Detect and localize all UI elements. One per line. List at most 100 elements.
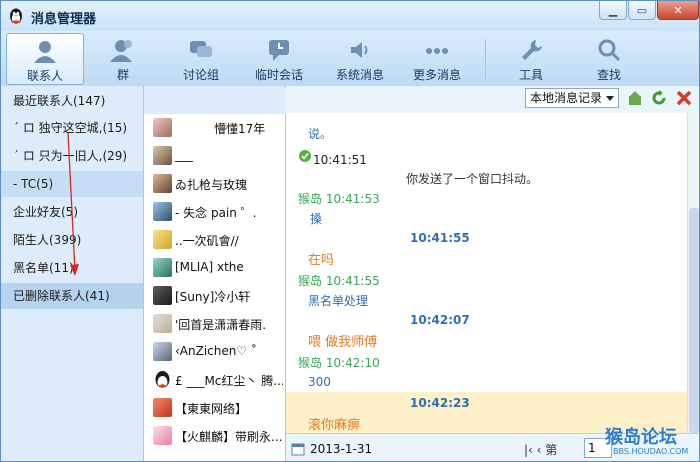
minimize-icon: ▁	[608, 3, 618, 17]
avatar	[153, 286, 172, 305]
list-item[interactable]: '回首是潇潇春雨.	[144, 310, 285, 338]
tab-discussion[interactable]: 讨论组	[163, 33, 239, 83]
close-button[interactable]: ✕	[657, 1, 699, 20]
nav-recent-contacts[interactable]: 最近联系人(147)	[1, 88, 143, 114]
list-item[interactable]: 懵懂17年	[144, 114, 285, 142]
tab-groups[interactable]: 群	[85, 33, 161, 83]
delete-icon[interactable]	[676, 90, 692, 106]
minimize-button[interactable]: ▁	[599, 1, 627, 20]
message-time: 10:41:55	[410, 231, 470, 245]
message-time: 10:41:51	[313, 153, 367, 167]
tab-discussion-label: 讨论组	[182, 68, 219, 82]
avatar	[153, 118, 172, 137]
tab-temp-chat[interactable]: 临时会话	[241, 33, 317, 83]
tab-tools-label: 工具	[518, 68, 543, 82]
message-history: 说。 10:41:51 你发送了一个窗口抖动。 猴岛 10:41:53 搡 10…	[286, 113, 687, 433]
contact-name: [MLIA] xthe	[175, 260, 244, 274]
group-icon	[110, 40, 132, 62]
avatar	[153, 230, 172, 249]
wrench-icon	[522, 40, 542, 60]
list-item[interactable]: - 失念 pain ゜.	[144, 198, 285, 226]
contact-name: 【火麒麟】带刷永...	[175, 430, 283, 444]
avatar	[153, 202, 172, 221]
contact-name: £ ___Mc红尘丶 腾...	[175, 374, 283, 388]
message-text: 喂 做我师傅	[308, 335, 378, 350]
list-item[interactable]: ゐ扎枪与玫瑰	[144, 170, 285, 198]
forum-watermark-url: BBS.HOUDAO.COM	[613, 447, 689, 456]
discussion-icon	[190, 41, 212, 57]
list-item[interactable]: £ ___Mc红尘丶 腾...	[144, 366, 285, 394]
tab-groups-label: 群	[116, 68, 129, 82]
qq-penguin-icon	[155, 371, 170, 388]
message-text: 300	[308, 375, 331, 389]
contact-name: ‹AnZichen♡ ˚	[175, 344, 257, 358]
tab-temp-chat-label: 临时会话	[254, 68, 303, 82]
message-text: 滚你麻痹	[308, 418, 361, 433]
tab-more-messages-label: 更多消息	[412, 68, 461, 82]
window-controls: ▁ ▭ ✕	[598, 1, 699, 23]
export-icon[interactable]	[627, 90, 643, 106]
speaker-icon	[351, 42, 368, 58]
maximize-icon: ▭	[636, 3, 648, 17]
list-item[interactable]: ..一次矶會//	[144, 226, 285, 254]
contact-name: ..一次矶會//	[175, 234, 239, 248]
message-text: 说。	[308, 127, 333, 141]
main-toolbar: 联系人 群 讨论组 临时会话 系统消息 更多消息 工具 查找	[1, 31, 699, 87]
window-title: 消息管理器	[31, 12, 97, 27]
tab-tools[interactable]: 工具	[493, 33, 569, 83]
avatar	[153, 426, 172, 445]
list-item[interactable]: [MLIA] xthe	[144, 254, 285, 282]
tab-search-label: 查找	[596, 68, 621, 82]
contact-list-header	[144, 86, 285, 114]
message-text: 搡	[310, 212, 323, 226]
tab-contacts-label: 联系人	[26, 69, 63, 83]
list-item[interactable]: 【火麒麟】带刷永...	[144, 422, 285, 450]
toolbar-divider	[485, 39, 486, 79]
pager-controls[interactable]: |‹ ‹ 第	[524, 441, 557, 458]
message-scrollbar[interactable]	[687, 113, 699, 433]
contact-name: - 失念 pain ゜.	[175, 206, 257, 220]
list-item[interactable]: ‹AnZichen♡ ˚	[144, 338, 285, 366]
system-notice: 你发送了一个窗口抖动。	[406, 172, 539, 186]
close-icon: ✕	[673, 3, 683, 17]
forum-watermark: 猴岛论坛	[605, 427, 677, 448]
contact-name: ゐ扎枪与玫瑰	[175, 178, 248, 192]
avatar	[153, 258, 172, 277]
tab-contacts[interactable]: 联系人	[6, 33, 84, 85]
message-time: 10:42:23	[410, 396, 470, 410]
contact-name: '回首是潇潇春雨.	[175, 318, 267, 332]
nav-deleted-contacts[interactable]: 已删除联系人(41)	[1, 283, 143, 309]
tab-system-messages[interactable]: 系统消息	[322, 33, 398, 83]
list-item[interactable]: 【東東网络】	[144, 394, 285, 422]
avatar	[153, 314, 172, 333]
contact-name: 【東東网络】	[175, 402, 248, 416]
avatar	[153, 398, 172, 417]
date-picker[interactable]: 2013-1-31	[310, 442, 372, 456]
search-icon	[598, 39, 621, 62]
message-sender-header: 猴岛 10:42:10	[298, 356, 380, 370]
qq-penguin-icon	[10, 8, 22, 24]
tab-more-messages[interactable]: 更多消息	[399, 33, 475, 83]
list-item[interactable]: [Suny]冷小轩	[144, 282, 285, 310]
contact-name: 懵懂17年	[214, 122, 266, 136]
message-toolbar: 本地消息记录	[286, 86, 699, 113]
person-icon	[34, 41, 56, 63]
title-bar[interactable]: 消息管理器 ▁ ▭ ✕	[1, 1, 699, 31]
list-item[interactable]: ___	[144, 142, 285, 170]
tab-search[interactable]: 查找	[571, 33, 647, 83]
refresh-icon[interactable]	[651, 90, 667, 106]
scrollbar-thumb[interactable]	[689, 208, 699, 433]
maximize-button[interactable]: ▭	[628, 1, 656, 20]
avatar	[153, 342, 172, 361]
contact-list: 懵懂17年 ___ ゐ扎枪与玫瑰 - 失念 pain ゜. ..一次矶會// […	[144, 114, 286, 461]
calendar-icon[interactable]	[291, 442, 305, 456]
message-manager-window: 消息管理器 ▁ ▭ ✕ 联系人 群 讨论组 临时会话 系统消息 更多消息 工具 …	[0, 0, 700, 462]
message-text: 在吗	[308, 253, 335, 268]
history-source-select[interactable]: 本地消息记录	[525, 88, 619, 108]
contact-name: [Suny]冷小轩	[175, 290, 251, 304]
message-time: 10:42:07	[410, 313, 470, 327]
contact-name: ___	[175, 148, 193, 162]
message-sender-header: 猴岛 10:41:53	[298, 192, 380, 206]
temp-chat-icon	[269, 40, 289, 61]
more-icon	[426, 48, 448, 54]
